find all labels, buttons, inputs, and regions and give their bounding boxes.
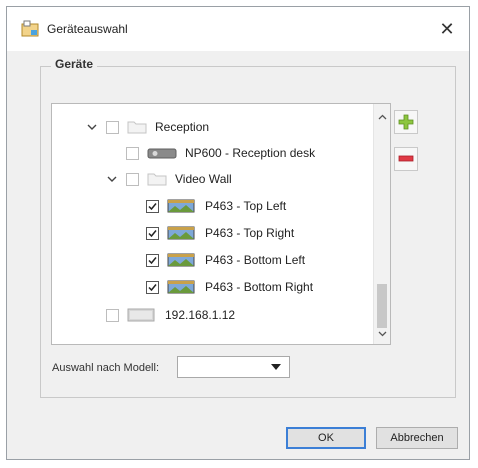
tree-item-p463-top-left[interactable]: P463 - Top Left (146, 195, 286, 217)
checkbox-checked[interactable] (146, 253, 159, 267)
ok-button[interactable]: OK (286, 427, 366, 449)
chevron-up-icon (378, 114, 387, 119)
model-filter-label: Auswahl nach Modell: (52, 362, 160, 374)
dropdown-arrow-icon (271, 364, 281, 370)
scroll-down-button[interactable] (374, 325, 390, 342)
devices-group-title: Geräte (51, 57, 98, 71)
chevron-down-icon[interactable] (106, 173, 118, 185)
window-title: Geräteauswahl (47, 22, 128, 36)
checkbox-checked[interactable] (146, 280, 159, 294)
tree-item-label: 192.168.1.12 (165, 308, 236, 322)
device-tree[interactable]: Reception NP600 - Reception desk Video W… (51, 103, 391, 345)
close-icon: ✕ (439, 19, 455, 39)
tree-item-label: P463 - Top Left (205, 199, 287, 213)
tree-item-video-wall[interactable]: Video Wall (106, 168, 232, 190)
display-icon (167, 253, 195, 267)
chevron-down-icon (378, 331, 387, 336)
tree-item-np600[interactable]: NP600 - Reception desk (126, 142, 315, 164)
vertical-scrollbar[interactable] (373, 104, 390, 344)
tree-item-label: NP600 - Reception desk (185, 146, 316, 160)
title-bar: Geräteauswahl ✕ (7, 7, 469, 51)
display-icon (167, 226, 195, 240)
add-button[interactable] (394, 110, 418, 134)
cancel-button[interactable]: Abbrechen (376, 427, 458, 449)
checkbox[interactable] (106, 120, 119, 134)
close-button[interactable]: ✕ (433, 15, 461, 43)
tree-item-label: Reception (155, 120, 210, 134)
plus-icon (398, 114, 414, 130)
checkbox[interactable] (126, 172, 139, 186)
checkbox[interactable] (126, 146, 139, 160)
tree-item-label: Video Wall (175, 172, 232, 186)
remove-button[interactable] (394, 147, 418, 171)
scroll-up-button[interactable] (374, 108, 390, 125)
device-selection-icon (21, 20, 39, 37)
model-filter-dropdown[interactable] (177, 356, 290, 378)
tree-item-reception[interactable]: Reception (86, 116, 209, 138)
folder-icon (147, 173, 167, 186)
display-icon (167, 280, 195, 294)
chevron-down-icon[interactable] (86, 121, 98, 133)
tree-item-192-168-1-12[interactable]: 192.168.1.12 (106, 304, 235, 326)
checkbox[interactable] (106, 308, 119, 322)
checkbox-checked[interactable] (146, 199, 159, 213)
tree-item-label: P463 - Bottom Right (205, 280, 314, 294)
tree-item-p463-bottom-right[interactable]: P463 - Bottom Right (146, 276, 313, 298)
tree-item-p463-bottom-left[interactable]: P463 - Bottom Left (146, 249, 305, 271)
minus-icon (398, 155, 414, 162)
display-icon (167, 199, 195, 213)
generic-device-icon (127, 308, 155, 322)
tree-item-p463-top-right[interactable]: P463 - Top Right (146, 222, 294, 244)
projector-icon (147, 148, 177, 159)
scroll-thumb[interactable] (377, 284, 387, 328)
tree-item-label: P463 - Top Right (205, 226, 295, 240)
folder-icon (127, 121, 147, 134)
checkbox-checked[interactable] (146, 226, 159, 240)
tree-item-label: P463 - Bottom Left (205, 253, 306, 267)
